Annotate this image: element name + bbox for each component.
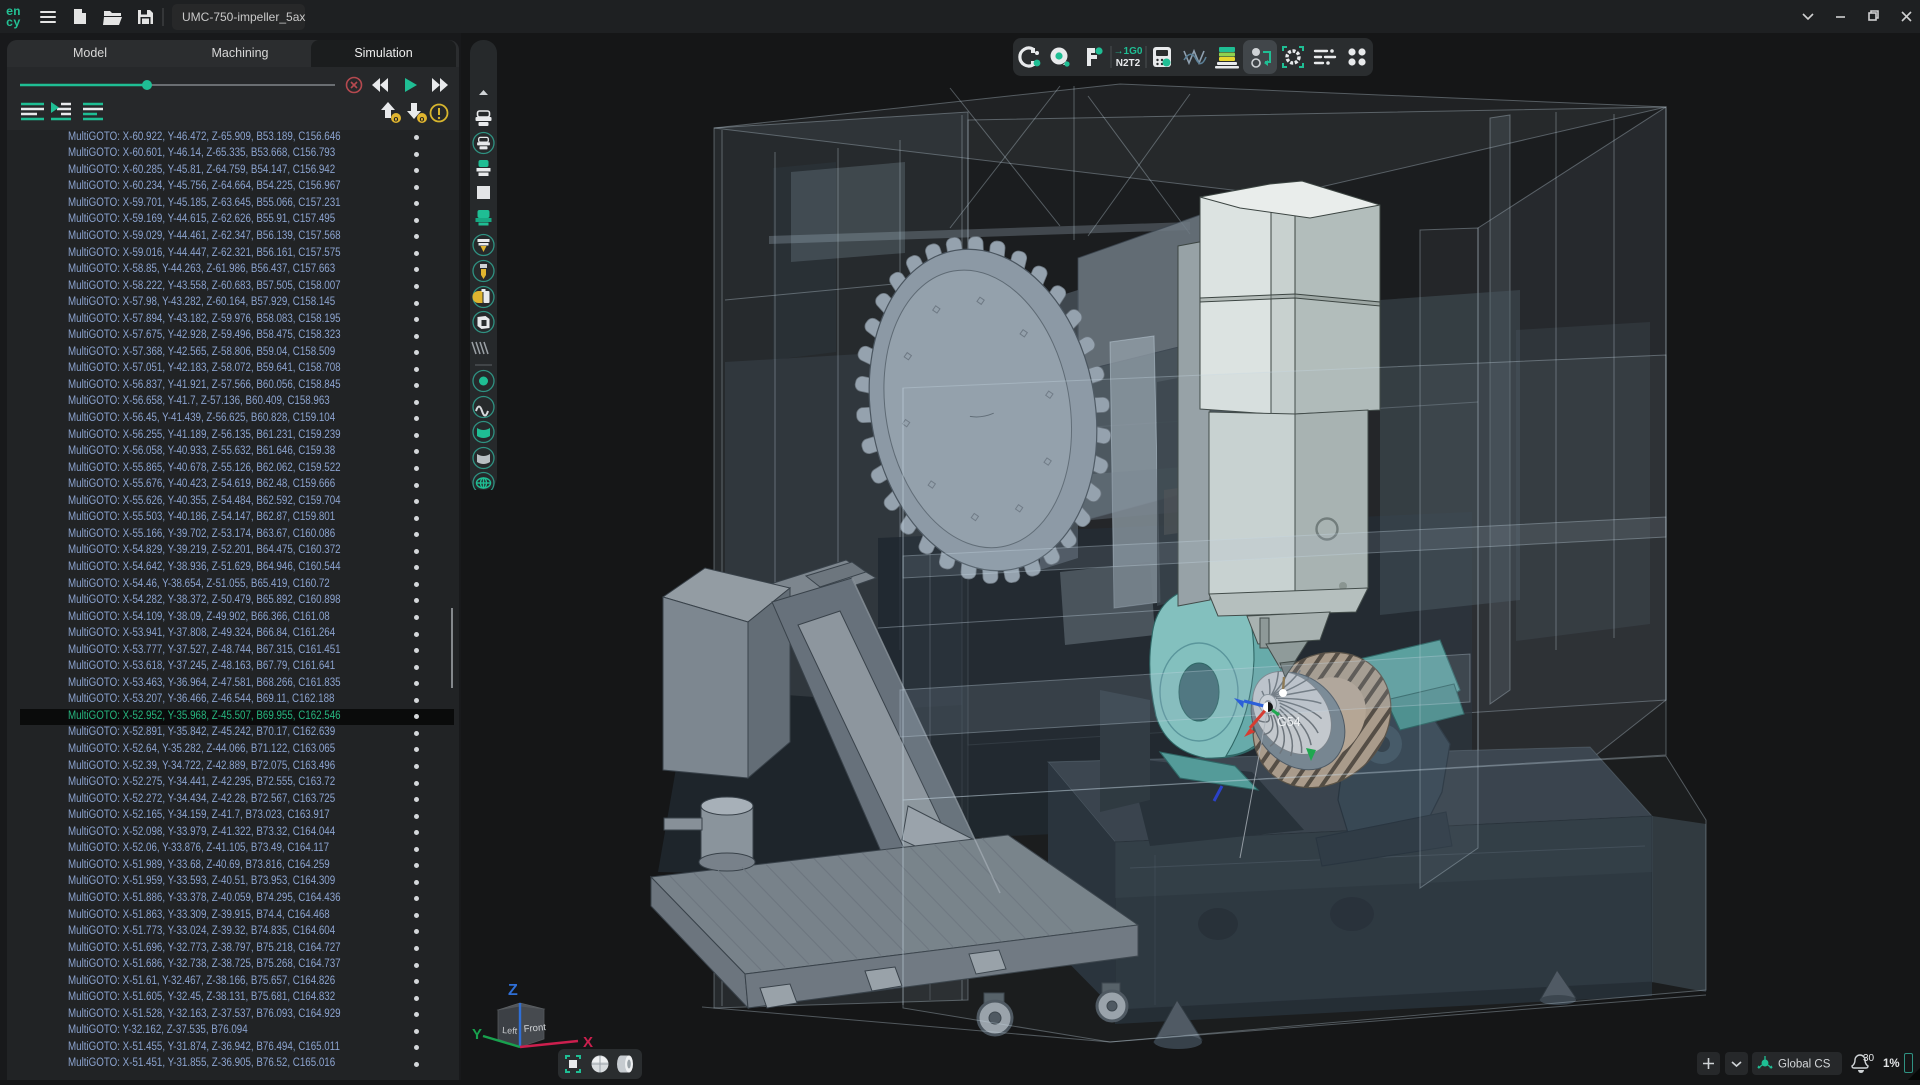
svg-text:G54: G54: [1277, 715, 1301, 729]
svg-text:UMC-750-impeller_5ax: UMC-750-impeller_5ax: [182, 10, 305, 24]
svg-text:Front: Front: [523, 1022, 546, 1035]
svg-text:N2T2: N2T2: [1116, 58, 1141, 69]
svg-text:30: 30: [1863, 1053, 1875, 1064]
svg-text:o: o: [394, 115, 399, 124]
svg-text:o: o: [420, 115, 425, 124]
svg-text:Global CS: Global CS: [1778, 1059, 1831, 1071]
svg-text:→1G0: →1G0: [1114, 46, 1143, 57]
svg-text:Z: Z: [508, 982, 518, 999]
svg-text:Left: Left: [502, 1025, 518, 1036]
svg-text:Y: Y: [472, 1026, 482, 1043]
svg-text:cy: cy: [6, 16, 20, 30]
